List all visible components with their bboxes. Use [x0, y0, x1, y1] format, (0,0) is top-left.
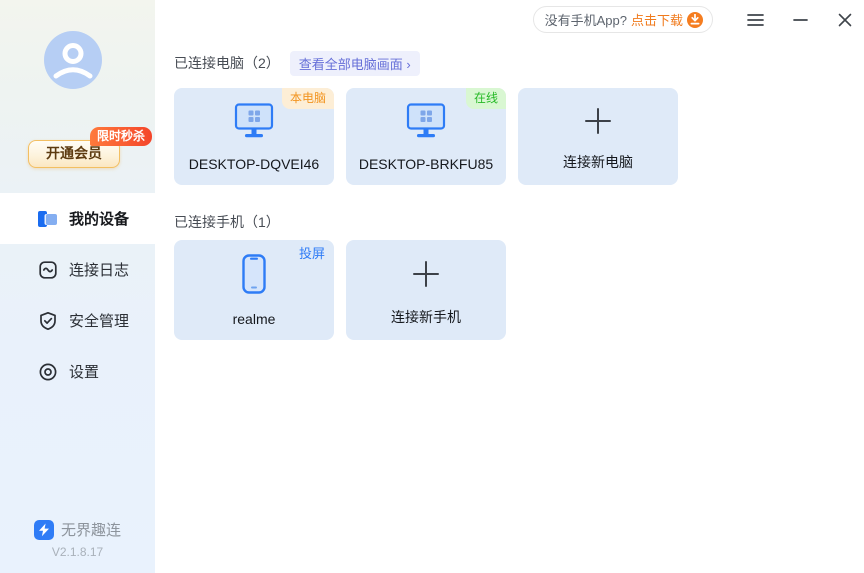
- monitor-icon: [346, 88, 506, 153]
- app-window: 限时秒杀 开通会员 我的设备 连接日志 安全管理 设置 无界趣连 V2.1.8.…: [0, 0, 864, 573]
- menu-icon[interactable]: [746, 11, 764, 29]
- add-computer-card[interactable]: 连接新电脑: [518, 88, 678, 185]
- device-card-desktop-brkfu85[interactable]: 在线 DESKTOP-BRKFU85: [346, 88, 506, 185]
- sidebar-menu: 我的设备 连接日志 安全管理 设置: [0, 193, 155, 397]
- device-name: DESKTOP-DQVEI46: [188, 156, 320, 172]
- phone-icon: [174, 240, 334, 308]
- flash-sale-badge: 限时秒杀: [89, 127, 152, 146]
- minimize-icon[interactable]: [791, 11, 809, 29]
- sidebar-item-label: 设置: [69, 364, 100, 381]
- titlebar: 没有手机App? 点击下载: [532, 6, 854, 33]
- app-logo-icon: [33, 519, 54, 540]
- download-icon: [687, 11, 703, 28]
- avatar[interactable]: [44, 31, 102, 89]
- sidebar-item-label: 安全管理: [69, 313, 130, 330]
- log-icon: [38, 260, 58, 280]
- sidebar-item-settings[interactable]: 设置: [0, 346, 155, 397]
- computers-section-header: 已连接电脑（2） 查看全部电脑画面 ›: [174, 50, 864, 76]
- content: 已连接电脑（2） 查看全部电脑画面 › 本电脑 DESKTOP-DQVEI46 …: [174, 50, 864, 340]
- phone-cards: 投屏 realme 连接新手机: [174, 240, 864, 340]
- device-name: realme: [232, 311, 276, 327]
- sidebar-item-label: 连接日志: [69, 262, 130, 279]
- app-name: 无界趣连: [60, 522, 121, 539]
- device-card-realme[interactable]: 投屏 realme: [174, 240, 334, 340]
- device-name: DESKTOP-BRKFU85: [358, 156, 494, 172]
- user-icon: [53, 43, 93, 79]
- phones-section-header: 已连接手机（1）: [174, 211, 864, 233]
- download-action: 点击下载: [630, 13, 683, 28]
- view-all-screens-link[interactable]: 查看全部电脑画面 ›: [289, 50, 420, 76]
- close-icon[interactable]: [836, 11, 854, 29]
- download-prompt: 没有手机App?: [544, 13, 627, 28]
- sidebar-item-my-devices[interactable]: 我的设备: [0, 193, 155, 244]
- sidebar-item-label: 我的设备: [69, 211, 130, 228]
- computer-cards: 本电脑 DESKTOP-DQVEI46 在线 DESKTOP-BRKFU85 连…: [174, 88, 864, 185]
- security-shield-icon: [38, 311, 58, 331]
- main-area: 没有手机App? 点击下载 已连接电脑（2） 查看全部电脑画面 › 本电脑 DE…: [155, 0, 864, 573]
- sidebar-item-security[interactable]: 安全管理: [0, 295, 155, 346]
- plus-icon: [518, 88, 678, 153]
- computers-section-title: 已连接电脑（2）: [174, 55, 280, 71]
- sidebar-footer: 无界趣连 V2.1.8.17: [0, 519, 155, 559]
- devices-icon: [38, 209, 58, 229]
- device-card-desktop-dqvei46[interactable]: 本电脑 DESKTOP-DQVEI46: [174, 88, 334, 185]
- add-phone-label: 连接新手机: [391, 309, 461, 325]
- download-app-button[interactable]: 没有手机App? 点击下载: [532, 6, 713, 33]
- sidebar: 限时秒杀 开通会员 我的设备 连接日志 安全管理 设置 无界趣连 V2.1.8.…: [0, 0, 155, 573]
- add-phone-card[interactable]: 连接新手机: [346, 240, 506, 340]
- app-version: V2.1.8.17: [51, 545, 104, 559]
- plus-icon: [346, 240, 506, 308]
- sidebar-item-connection-log[interactable]: 连接日志: [0, 244, 155, 295]
- settings-icon: [38, 362, 58, 382]
- phones-section-title: 已连接手机（1）: [174, 214, 280, 230]
- add-computer-label: 连接新电脑: [563, 154, 633, 170]
- monitor-icon: [174, 88, 334, 153]
